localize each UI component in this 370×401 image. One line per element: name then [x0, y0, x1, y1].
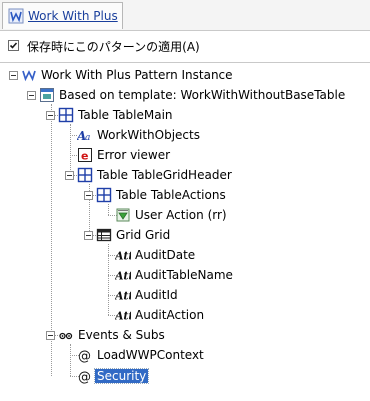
- collapse-toggle[interactable]: [84, 231, 93, 240]
- error-viewer-icon: e: [77, 147, 93, 163]
- event-icon: @: [77, 347, 93, 364]
- tree-node-attribute[interactable]: Att AuditDate: [114, 245, 196, 265]
- tree-node-label: Grid Grid: [116, 228, 171, 242]
- tree-node-label: User Action (rr): [135, 208, 227, 222]
- tree-node-work-with-objects[interactable]: A a WorkWithObjects: [76, 125, 200, 145]
- tree-node-error-viewer[interactable]: e Error viewer: [77, 145, 170, 165]
- table-icon: [77, 167, 93, 183]
- tree-node-security[interactable]: @ Security: [77, 366, 150, 386]
- apply-pattern-checkbox[interactable]: [8, 40, 19, 51]
- table-icon: [96, 187, 112, 203]
- grid-icon: [96, 227, 112, 243]
- svg-text:e: e: [81, 150, 88, 163]
- collapse-toggle[interactable]: [27, 91, 36, 100]
- event-icon: @: [77, 368, 93, 385]
- user-action-icon: [115, 207, 131, 223]
- tree-node-pattern-instance[interactable]: Work With Plus Pattern Instance: [21, 65, 233, 85]
- collapse-toggle[interactable]: [65, 171, 74, 180]
- tree-node-label: Error viewer: [97, 148, 171, 162]
- template-icon: [39, 87, 55, 103]
- tree-node-label: WorkWithObjects: [97, 128, 200, 142]
- tree-node-label: LoadWWPContext: [97, 348, 204, 362]
- apply-pattern-label: 保存時にこのパターンの適用(A): [27, 40, 200, 54]
- svg-text:@: @: [78, 349, 91, 363]
- attribute-icon: Att: [114, 287, 134, 303]
- svg-text:Att: Att: [115, 250, 131, 263]
- collapse-toggle[interactable]: [84, 191, 93, 200]
- tree-node-label: Based on template: WorkWithWithoutBaseTa…: [59, 88, 346, 102]
- svg-text:Att: Att: [115, 310, 131, 323]
- tree-node-label: AuditDate: [135, 248, 196, 262]
- tab-label: Work With Plus: [28, 9, 118, 23]
- attribute-icon: Att: [114, 267, 134, 283]
- svg-text:Att: Att: [115, 290, 131, 303]
- table-icon: [58, 107, 74, 123]
- tree-node-label: Table TableMain: [78, 108, 173, 122]
- apply-pattern-option: 保存時にこのパターンの適用(A): [0, 31, 370, 61]
- tree-node-label: AuditAction: [135, 308, 205, 322]
- svg-text:a: a: [85, 133, 90, 143]
- collapse-toggle[interactable]: [9, 71, 18, 80]
- tree-node-table-main[interactable]: Table TableMain: [58, 105, 173, 125]
- work-with-plus-icon: [21, 67, 37, 83]
- tree-node-template[interactable]: Based on template: WorkWithWithoutBaseTa…: [39, 85, 345, 105]
- tree-node-label: Events & Subs: [78, 328, 165, 342]
- events-icon: [58, 327, 74, 343]
- tree-node-load-wwp-context[interactable]: @ LoadWWPContext: [77, 345, 204, 365]
- tree-node-attribute[interactable]: Att AuditAction: [114, 305, 205, 325]
- attribute-icon: Att: [114, 247, 134, 263]
- editor-tab-strip: Work With Plus: [0, 0, 370, 31]
- tree-node-label: AuditTableName: [135, 268, 233, 282]
- tab-work-with-plus[interactable]: Work With Plus: [2, 2, 123, 29]
- tree-node-label: AuditId: [135, 288, 178, 302]
- tree-node-label: Work With Plus Pattern Instance: [41, 68, 233, 82]
- tree-node-grid[interactable]: Grid Grid: [96, 225, 170, 245]
- tree-node-label: Table TableGridHeader: [97, 168, 232, 182]
- collapse-toggle[interactable]: [46, 331, 55, 340]
- tree-node-table-grid-header[interactable]: Table TableGridHeader: [77, 165, 232, 185]
- svg-text:@: @: [78, 370, 91, 384]
- tree-node-label: Table TableActions: [116, 188, 226, 202]
- text-block-icon: A a: [76, 127, 93, 143]
- pattern-tree: Work With Plus Pattern Instance Based on…: [0, 62, 370, 401]
- tree-node-events-subs[interactable]: Events & Subs: [58, 325, 165, 345]
- tree-node-attribute[interactable]: Att AuditId: [114, 285, 178, 305]
- attribute-icon: Att: [114, 307, 134, 323]
- work-with-plus-icon: [8, 8, 24, 24]
- tree-node-table-actions[interactable]: Table TableActions: [96, 185, 226, 205]
- svg-text:Att: Att: [115, 270, 131, 283]
- tree-node-label: Security: [93, 368, 150, 384]
- tree-node-attribute[interactable]: Att AuditTableName: [114, 265, 233, 285]
- collapse-toggle[interactable]: [46, 111, 55, 120]
- tree-node-user-action[interactable]: User Action (rr): [115, 205, 227, 225]
